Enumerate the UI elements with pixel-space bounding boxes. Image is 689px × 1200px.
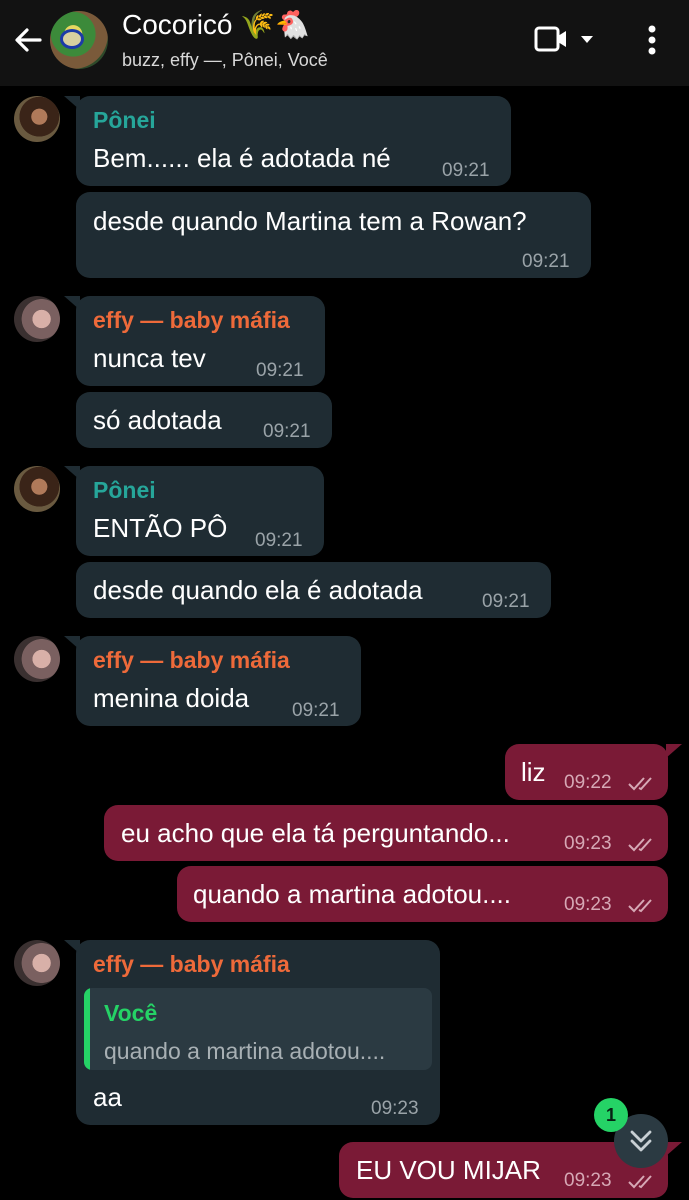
avatar-effy[interactable]	[14, 636, 60, 682]
message-bubble-incoming[interactable]: desde quando Martina tem a Rowan? 09:21	[76, 192, 591, 278]
message-bubble-incoming[interactable]: Pônei ENTÃO PÔ 09:21	[76, 466, 324, 556]
unread-count-badge: 1	[594, 1098, 628, 1132]
chat-header: Cocoricó 🌾🐔 buzz, effy —, Pônei, Você	[0, 0, 689, 86]
message-bubble-incoming[interactable]: só adotada 09:21	[76, 392, 332, 448]
message-bubble-incoming[interactable]: Pônei Bem...... ela é adotada né 09:21	[76, 96, 511, 186]
message-text: menina doida	[93, 683, 250, 713]
sender-name: effy — baby máfia	[93, 307, 290, 333]
message-time: 09:21	[255, 530, 303, 551]
bubble-tail	[666, 744, 682, 758]
back-arrow-icon	[15, 28, 42, 52]
message-text: aa	[93, 1082, 122, 1112]
avatar-ponei[interactable]	[14, 466, 60, 512]
message-text: quando a martina adotou....	[193, 879, 512, 909]
message-time: 09:23	[564, 894, 612, 915]
message-time: 09:21	[442, 160, 490, 181]
group-avatar[interactable]	[50, 11, 108, 69]
sender-name: Pônei	[93, 477, 156, 503]
message-text: nunca tev	[93, 343, 206, 373]
sender-name: Pônei	[93, 107, 156, 133]
message-text: Bem...... ela é adotada né	[93, 143, 391, 173]
video-call-button[interactable]	[532, 22, 602, 58]
message-bubble-outgoing[interactable]: eu acho que ela tá perguntando... 09:23	[104, 805, 668, 861]
message-bubble-outgoing[interactable]: liz 09:22	[505, 744, 668, 800]
message-time: 09:21	[292, 700, 340, 721]
chat-participants[interactable]: buzz, effy —, Pônei, Você	[122, 50, 328, 71]
message-bubble-incoming[interactable]: effy — baby máfia nunca tev 09:21	[76, 296, 325, 386]
sender-name: effy — baby máfia	[93, 647, 290, 673]
message-text: EU VOU MIJAR	[356, 1155, 541, 1185]
message-text: ENTÃO PÔ	[93, 513, 228, 543]
avatar-effy[interactable]	[14, 296, 60, 342]
message-time: 09:21	[263, 421, 311, 442]
bubble-tail	[666, 1142, 682, 1156]
chat-title[interactable]: Cocoricó 🌾🐔	[122, 8, 310, 41]
quoted-message[interactable]: Você quando a martina adotou....	[84, 988, 432, 1070]
message-time: 09:21	[482, 591, 530, 612]
message-text: desde quando ela é adotada	[93, 575, 423, 605]
avatar-effy[interactable]	[14, 940, 60, 986]
dropdown-caret-icon	[581, 36, 593, 43]
double-check-icon	[628, 1175, 652, 1189]
quote-accent-bar	[84, 988, 90, 1070]
message-time: 09:23	[564, 833, 612, 854]
message-text: liz	[521, 757, 546, 787]
double-check-icon	[628, 838, 652, 852]
back-button[interactable]	[8, 20, 48, 60]
message-text: eu acho que ela tá perguntando...	[121, 818, 510, 848]
message-time: 09:21	[256, 360, 304, 381]
more-options-icon	[648, 25, 656, 55]
message-time: 09:23	[564, 1170, 612, 1191]
avatar-ponei[interactable]	[14, 96, 60, 142]
message-time: 09:21	[522, 251, 570, 272]
message-bubble-incoming[interactable]: desde quando ela é adotada 09:21	[76, 562, 551, 618]
double-check-icon	[628, 899, 652, 913]
quoted-sender: Você	[104, 1000, 158, 1026]
message-bubble-incoming[interactable]: effy — baby máfia menina doida 09:21	[76, 636, 361, 726]
sender-name: effy — baby máfia	[93, 951, 290, 977]
message-bubble-outgoing[interactable]: quando a martina adotou.... 09:23	[177, 866, 668, 922]
quoted-text: quando a martina adotou....	[104, 1038, 386, 1064]
video-call-icon	[534, 26, 566, 52]
message-time: 09:23	[371, 1098, 419, 1119]
message-text: desde quando Martina tem a Rowan?	[93, 206, 527, 236]
message-time: 09:22	[564, 772, 612, 793]
more-options-button[interactable]	[638, 22, 666, 60]
message-text: só adotada	[93, 405, 222, 435]
message-bubble-incoming[interactable]: effy — baby máfia Você quando a martina …	[76, 940, 440, 1125]
double-check-icon	[628, 777, 652, 791]
